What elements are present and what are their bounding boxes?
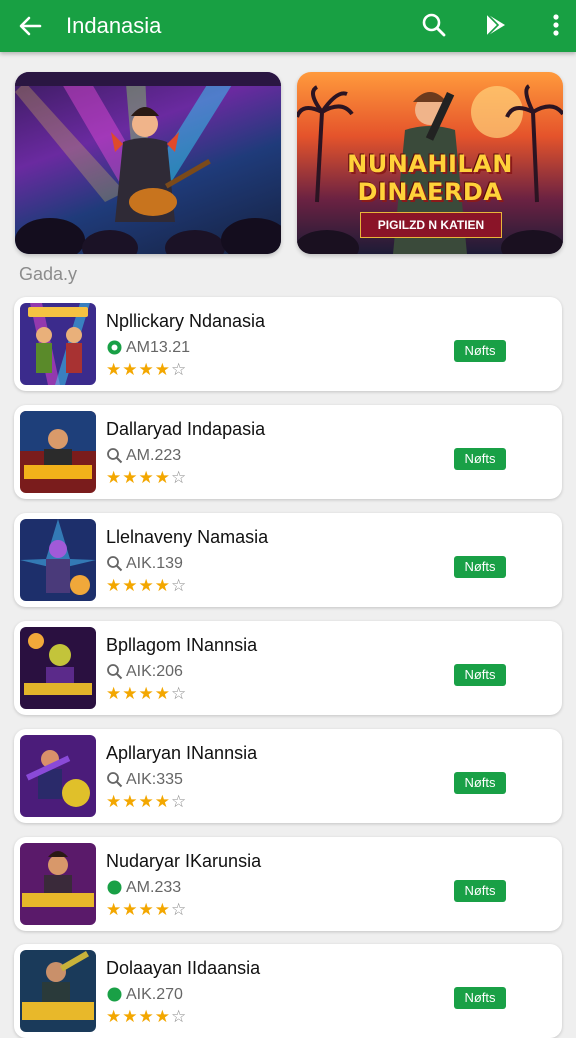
app-meta-text: AM.233 [126, 879, 182, 896]
star-filled-icon: ★ [154, 468, 170, 487]
star-rating: ★★★★☆ [106, 576, 187, 596]
star-filled-icon: ★ [122, 684, 138, 703]
app-name: Nudaryar IKarunsia [106, 851, 262, 871]
install-button[interactable]: Nøfts [454, 448, 506, 470]
app-meta-text: AM.223 [126, 447, 182, 464]
green-dot-icon [107, 987, 122, 1002]
star-filled-icon: ★ [154, 900, 170, 919]
app-thumbnail [20, 519, 96, 601]
app-name: Dolaayan IIdaansia [106, 958, 261, 978]
banner-title: NUNAHILAN DINAERDA [347, 150, 513, 206]
star-filled-icon: ★ [138, 900, 154, 919]
star-filled-icon: ★ [154, 1007, 170, 1026]
app-thumbnail [20, 627, 96, 709]
star-filled-icon: ★ [122, 900, 138, 919]
star-filled-icon: ★ [154, 360, 170, 379]
list-item[interactable]: Llelnaveny Namasia AIK.139 ★★★★☆ Nøfts [14, 513, 562, 607]
install-button[interactable]: Nøfts [454, 556, 506, 578]
concert-illustration [15, 72, 281, 254]
concert-guitar-hero-banner[interactable] [15, 72, 281, 254]
app-meta-text: AIK:206 [126, 663, 183, 680]
app-thumbnail [20, 843, 96, 925]
app-name: Bpllagom INannsia [106, 635, 258, 655]
more-vertical-icon[interactable] [544, 11, 568, 39]
list-item[interactable]: Dallaryad Indapasia AM.223 ★★★★☆ Nøfts [14, 405, 562, 499]
star-filled-icon: ★ [106, 792, 122, 811]
star-empty-icon: ☆ [171, 360, 187, 379]
star-filled-icon: ★ [138, 360, 154, 379]
shooter-game-banner[interactable]: NUNAHILAN DINAERDA PIGILZD N KATIEN [297, 72, 563, 254]
star-filled-icon: ★ [122, 576, 138, 595]
star-filled-icon: ★ [138, 1007, 154, 1026]
app-meta-text: AM13.21 [126, 339, 191, 356]
banner-subtitle: PIGILZD N KATIEN [360, 212, 502, 238]
app-name: Llelnaveny Namasia [106, 527, 269, 547]
install-button[interactable]: Nøfts [454, 880, 506, 902]
star-filled-icon: ★ [154, 576, 170, 595]
search-icon [107, 448, 123, 464]
star-filled-icon: ★ [122, 468, 138, 487]
install-button[interactable]: Nøfts [454, 340, 506, 362]
search-icon[interactable] [420, 11, 448, 39]
star-filled-icon: ★ [154, 792, 170, 811]
star-rating: ★★★★☆ [106, 468, 187, 488]
search-icon [107, 664, 123, 680]
app-thumbnail [20, 950, 96, 1032]
list-item[interactable]: Bpllagom INannsia AIK:206 ★★★★☆ Nøfts [14, 621, 562, 715]
star-rating: ★★★★☆ [106, 360, 187, 380]
page-title: Indanasia [66, 13, 162, 38]
star-rating: ★★★★☆ [106, 792, 187, 812]
star-filled-icon: ★ [106, 1007, 122, 1026]
star-filled-icon: ★ [106, 576, 122, 595]
star-filled-icon: ★ [106, 900, 122, 919]
list-item[interactable]: Npllickary Ndanasia AM13.21 ★★★★☆ Nøfts [14, 297, 562, 391]
section-label: Gada.y [19, 264, 78, 284]
star-empty-icon: ☆ [171, 684, 187, 703]
star-empty-icon: ☆ [171, 468, 187, 487]
app-meta-text: AIK:335 [126, 771, 183, 788]
star-filled-icon: ★ [138, 576, 154, 595]
app-bar: Indanasia [0, 0, 576, 52]
search-icon [107, 556, 123, 572]
app-thumbnail [20, 735, 96, 817]
app-thumbnail [20, 411, 96, 493]
star-filled-icon: ★ [106, 360, 122, 379]
install-button[interactable]: Nøfts [454, 987, 506, 1009]
star-filled-icon: ★ [138, 468, 154, 487]
star-empty-icon: ☆ [171, 792, 187, 811]
play-store-icon[interactable] [482, 11, 510, 39]
app-meta-text: AIK.139 [126, 555, 183, 572]
star-rating: ★★★★☆ [106, 900, 187, 920]
star-filled-icon: ★ [122, 360, 138, 379]
green-dot-icon [107, 880, 122, 895]
star-empty-icon: ☆ [171, 900, 187, 919]
list-item[interactable]: Apllaryan INannsia AIK:335 ★★★★☆ Nøfts [14, 729, 562, 823]
star-rating: ★★★★☆ [106, 1007, 187, 1027]
star-filled-icon: ★ [154, 684, 170, 703]
star-filled-icon: ★ [122, 792, 138, 811]
app-thumbnail [20, 303, 96, 385]
install-button[interactable]: Nøfts [454, 664, 506, 686]
star-filled-icon: ★ [106, 468, 122, 487]
star-empty-icon: ☆ [171, 1007, 187, 1026]
star-filled-icon: ★ [106, 684, 122, 703]
arrow-back-icon[interactable] [16, 12, 44, 40]
install-button[interactable]: Nøfts [454, 772, 506, 794]
app-name: Apllaryan INannsia [106, 743, 258, 763]
app-name: Npllickary Ndanasia [106, 311, 266, 331]
app-meta-text: AIK.270 [126, 986, 183, 1003]
star-filled-icon: ★ [122, 1007, 138, 1026]
star-empty-icon: ☆ [171, 576, 187, 595]
star-rating: ★★★★☆ [106, 684, 187, 704]
app-name: Dallaryad Indapasia [106, 419, 266, 439]
list-item[interactable]: Nudaryar IKarunsia AM.233 ★★★★☆ Nøfts [14, 837, 562, 931]
search-icon [107, 772, 123, 788]
star-filled-icon: ★ [138, 684, 154, 703]
green-dot-icon [107, 340, 122, 355]
star-filled-icon: ★ [138, 792, 154, 811]
